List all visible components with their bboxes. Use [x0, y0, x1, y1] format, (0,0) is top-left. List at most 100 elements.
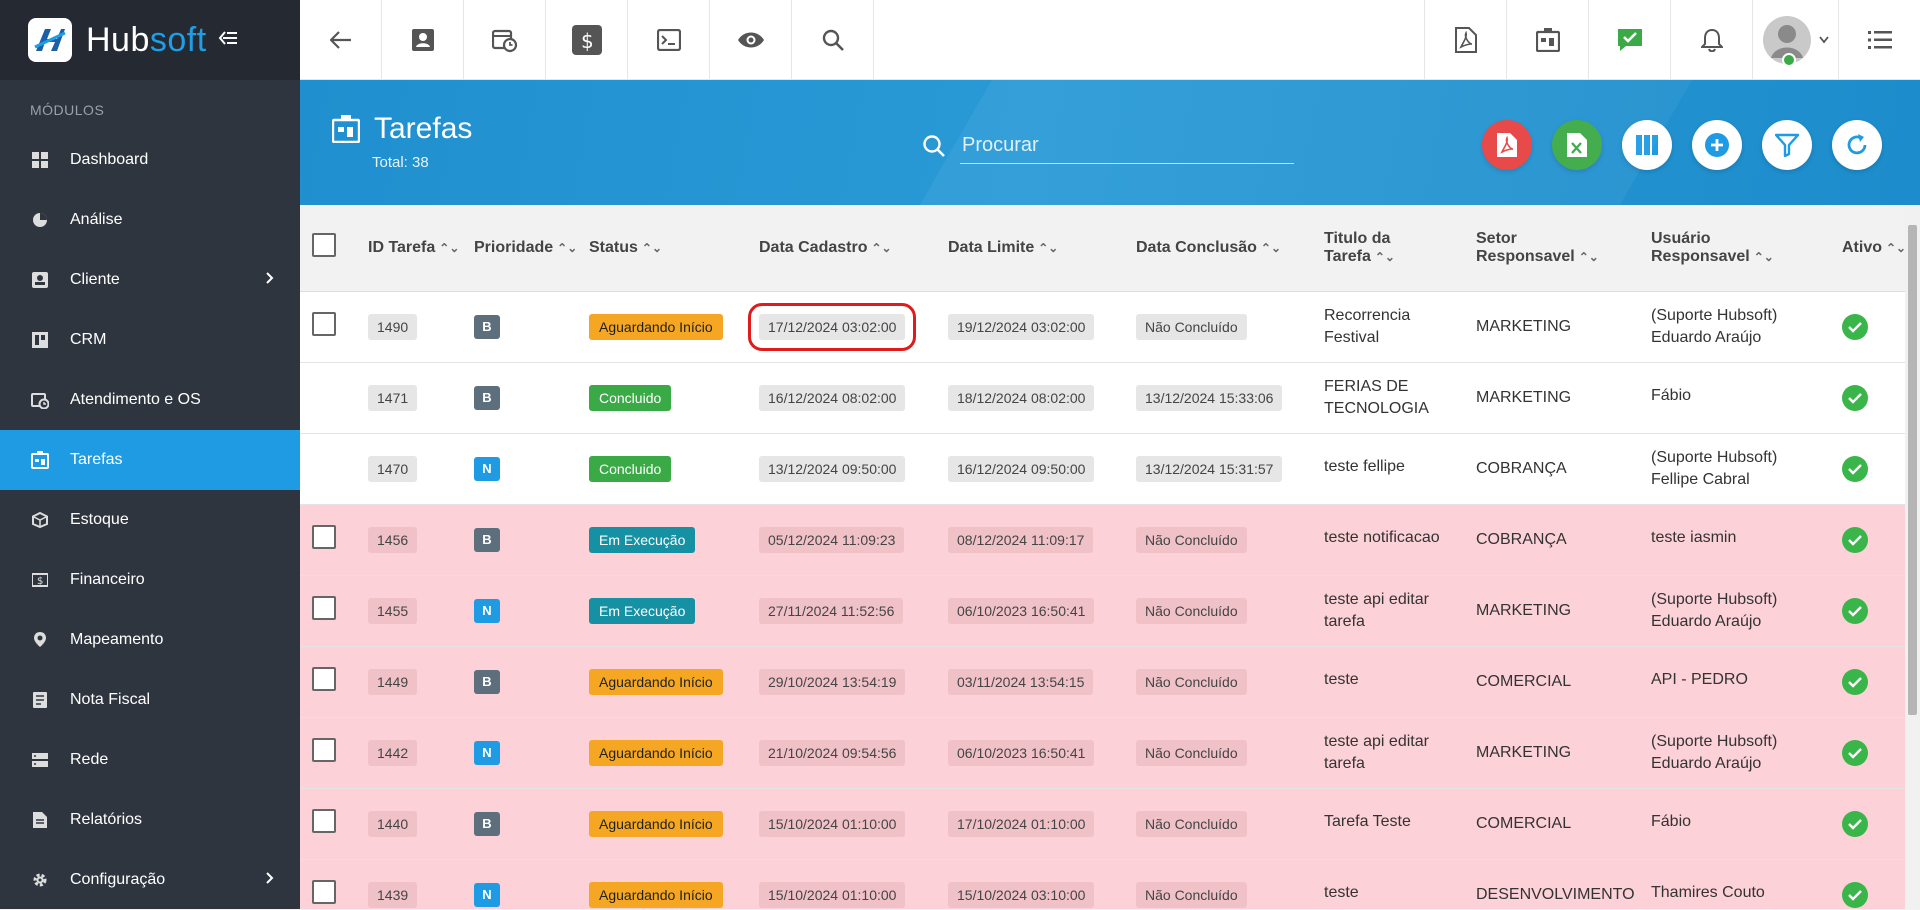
- sidebar-item-atendimento[interactable]: Atendimento e OS: [0, 370, 300, 430]
- finance-shortcut-button[interactable]: $: [546, 0, 628, 80]
- refresh-icon: [1847, 134, 1867, 155]
- col-header-status[interactable]: Status ⌃⌄: [583, 205, 753, 292]
- brand: Hubsoft: [0, 0, 300, 80]
- row-checkbox[interactable]: [312, 596, 336, 620]
- sidebar-item-tarefas[interactable]: Tarefas: [0, 430, 300, 490]
- due-date: 18/12/2024 08:02:00: [948, 384, 1095, 411]
- col-header-priority[interactable]: Prioridade ⌃⌄: [468, 205, 583, 292]
- active-check-icon[interactable]: [1842, 668, 1868, 695]
- sidebar-item-mapeamento[interactable]: Mapeamento: [0, 610, 300, 670]
- active-check-icon[interactable]: [1842, 810, 1868, 837]
- col-header-label: Setor Responsavel: [1476, 229, 1575, 265]
- sidebar-item-configuracao[interactable]: Configuração: [0, 850, 300, 910]
- active-check-icon[interactable]: [1842, 455, 1868, 482]
- row-checkbox[interactable]: [312, 525, 336, 549]
- search-input[interactable]: [960, 128, 1294, 164]
- tasks-shortcut-button[interactable]: [1506, 0, 1588, 80]
- cell-due: 06/10/2023 16:50:41: [942, 575, 1130, 647]
- due-date: 06/10/2023 16:50:41: [948, 739, 1095, 766]
- cell-id: 1471: [362, 362, 468, 434]
- col-header-label: Status: [589, 238, 638, 256]
- priority-badge: B: [474, 669, 500, 694]
- cell-completed: 13/12/2024 15:31:57: [1130, 433, 1318, 505]
- schedule-shortcut-button[interactable]: [464, 0, 546, 80]
- cell-priority: B: [468, 504, 583, 576]
- cell-created: 16/12/2024 08:02:00: [753, 362, 942, 434]
- row-checkbox[interactable]: [312, 667, 336, 691]
- cell-title: Recorrencia Festival: [1318, 291, 1470, 363]
- row-checkbox[interactable]: [312, 738, 336, 762]
- col-header-due[interactable]: Data Limite ⌃⌄: [942, 205, 1130, 292]
- search-button[interactable]: [792, 0, 874, 80]
- user-menu-button[interactable]: [1752, 0, 1838, 80]
- export-pdf-button[interactable]: [1482, 120, 1532, 170]
- terminal-button[interactable]: [628, 0, 710, 80]
- collapse-menu-icon[interactable]: [217, 27, 239, 53]
- sidebar-item-nota-fiscal[interactable]: Nota Fiscal: [0, 670, 300, 730]
- table-row[interactable]: 1449 B Aguardando Início 29/10/2024 13:54:1…: [300, 646, 1905, 718]
- col-header-active[interactable]: Ativo ⌃⌄: [1836, 205, 1905, 292]
- task-title-line: teste: [1324, 883, 1359, 901]
- table-row[interactable]: 1440 B Aguardando Início 15/10/2024 01:10:0…: [300, 788, 1905, 860]
- table-row[interactable]: 1456 B Em Execução 05/12/2024 11:09:23 08/12…: [300, 504, 1905, 576]
- columns-button[interactable]: [1622, 120, 1672, 170]
- server-icon: [30, 750, 50, 770]
- clients-shortcut-button[interactable]: [382, 0, 464, 80]
- back-button[interactable]: [300, 0, 382, 80]
- list-menu-button[interactable]: [1838, 0, 1920, 80]
- notifications-button[interactable]: [1670, 0, 1752, 80]
- table-row[interactable]: 1455 N Em Execução 27/11/2024 11:52:56 06/10…: [300, 575, 1905, 647]
- table-row[interactable]: 1471 B Concluido 16/12/2024 08:02:00 18/12/2…: [300, 362, 1905, 434]
- table-row[interactable]: 1490 B Aguardando Início 17/12/2024 03:02:0…: [300, 291, 1905, 363]
- cell-sector: MARKETING: [1470, 717, 1645, 789]
- cell-id: 1449: [362, 646, 468, 718]
- row-checkbox-cell: [300, 859, 362, 909]
- cell-status: Em Execução: [583, 575, 753, 647]
- row-checkbox[interactable]: [312, 809, 336, 833]
- col-header-created[interactable]: Data Cadastro ⌃⌄: [753, 205, 942, 292]
- refresh-button[interactable]: [1832, 120, 1882, 170]
- add-task-button[interactable]: [1692, 120, 1742, 170]
- col-header-id[interactable]: ID Tarefa ⌃⌄: [362, 205, 468, 292]
- sidebar-item-crm[interactable]: CRM: [0, 310, 300, 370]
- tasks-check-button[interactable]: [1588, 0, 1670, 80]
- active-check-icon[interactable]: [1842, 597, 1868, 624]
- select-all-checkbox[interactable]: [312, 233, 336, 258]
- pdf-button[interactable]: [1424, 0, 1506, 80]
- active-check-icon[interactable]: [1842, 526, 1868, 553]
- sidebar-item-rede[interactable]: Rede: [0, 730, 300, 790]
- table-row[interactable]: 1470 N Concluido 13/12/2024 09:50:00 16/12/2…: [300, 433, 1905, 505]
- sidebar-item-estoque[interactable]: Estoque: [0, 490, 300, 550]
- cell-created: 13/12/2024 09:50:00: [753, 433, 942, 505]
- due-date: 19/12/2024 03:02:00: [948, 313, 1095, 340]
- sort-icon: ⌃⌄: [1886, 240, 1905, 255]
- export-excel-button[interactable]: [1552, 120, 1602, 170]
- row-checkbox[interactable]: [312, 312, 336, 336]
- active-check-icon[interactable]: [1842, 881, 1868, 908]
- col-header-title[interactable]: Titulo da Tarefa ⌃⌄: [1318, 205, 1470, 292]
- col-header-user[interactable]: Usuário Responsavel ⌃⌄: [1645, 205, 1836, 292]
- sidebar-item-dashboard[interactable]: Dashboard: [0, 130, 300, 190]
- col-header-sector[interactable]: Setor Responsavel ⌃⌄: [1470, 205, 1645, 292]
- cell-id: 1456: [362, 504, 468, 576]
- table-row[interactable]: 1439 N Aguardando Início 15/10/2024 01:10:0…: [300, 859, 1905, 909]
- cell-completed: Não Concluído: [1130, 504, 1318, 576]
- sidebar-item-analise[interactable]: Análise: [0, 190, 300, 250]
- sidebar-item-cliente[interactable]: Cliente: [0, 250, 300, 310]
- active-check-icon[interactable]: [1842, 313, 1868, 340]
- active-check-icon[interactable]: [1842, 384, 1868, 411]
- table-row[interactable]: 1442 N Aguardando Início 21/10/2024 09:54:5…: [300, 717, 1905, 789]
- sidebar-item-relatorios[interactable]: Relatórios: [0, 790, 300, 850]
- col-header-completed[interactable]: Data Conclusão ⌃⌄: [1130, 205, 1318, 292]
- cell-title: teste: [1318, 646, 1470, 718]
- hubsoft-logo[interactable]: [28, 18, 72, 62]
- sidebar-item-financeiro[interactable]: $ Financeiro: [0, 550, 300, 610]
- filter-button[interactable]: [1762, 120, 1812, 170]
- scrollbar-thumb[interactable]: [1908, 225, 1917, 715]
- vertical-scrollbar[interactable]: [1905, 205, 1920, 909]
- dollar-icon: $: [571, 25, 602, 55]
- sidebar-item-label: Estoque: [70, 511, 129, 528]
- row-checkbox[interactable]: [312, 880, 336, 904]
- active-check-icon[interactable]: [1842, 739, 1868, 766]
- view-button[interactable]: [710, 0, 792, 80]
